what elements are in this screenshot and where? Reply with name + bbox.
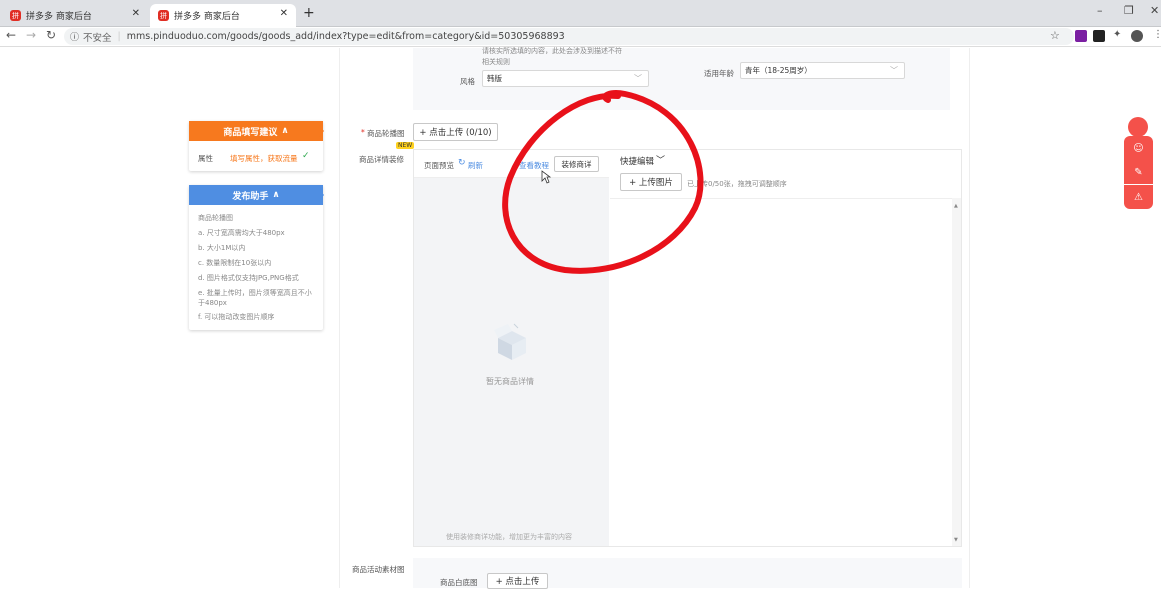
tab-title: 拼多多 商家后台 xyxy=(26,12,92,22)
helper-heading: 商品轮播图 xyxy=(198,214,233,222)
scroll-up-icon[interactable]: ▲ xyxy=(954,203,958,209)
pinduoduo-favicon: 拼 xyxy=(10,10,21,21)
rules-link[interactable]: 相关规则 xyxy=(482,57,510,67)
helper-item: c. 数量限制在10张以内 xyxy=(198,259,272,267)
attribute-row-label: 属性 xyxy=(198,154,213,163)
browser-tab[interactable]: 拼 拼多多 商家后台 ✕ xyxy=(2,4,148,27)
detail-label: 商品详情装修 xyxy=(359,155,404,164)
helper-item: e. 批量上传时，图片须等宽高且不小于480px xyxy=(198,289,312,307)
white-bg-label: 商品白底图 xyxy=(440,578,478,587)
attribute-row-link[interactable]: 填写属性，获取流量 xyxy=(230,153,298,164)
suggestion-card: 商品填写建议 ∧ 属性 填写属性，获取流量 ✓ xyxy=(189,121,324,171)
profile-avatar-icon[interactable] xyxy=(1131,30,1143,42)
style-select-value: 韩版 xyxy=(487,74,502,83)
collapse-icon[interactable]: ∧ xyxy=(281,126,288,136)
bookmark-star-icon[interactable]: ☆ xyxy=(1050,29,1060,42)
extensions-puzzle-icon[interactable]: ✦ xyxy=(1113,29,1121,40)
refresh-link[interactable]: 刷新 xyxy=(468,160,483,171)
scroll-down-icon[interactable]: ▼ xyxy=(954,537,958,543)
decorate-footer-hint: 使用装修商详功能，增加更为丰富的内容 xyxy=(446,533,572,541)
publish-helper-header[interactable]: 发布助手 ∧ xyxy=(189,185,323,205)
back-icon[interactable]: ← xyxy=(6,28,16,42)
column-divider xyxy=(339,48,340,588)
browser-tab-active[interactable]: 拼 拼多多 商家后台 ✕ xyxy=(150,4,296,27)
style-select[interactable]: 韩版 ﹀ xyxy=(482,70,649,87)
age-label: 适用年龄 xyxy=(704,69,734,78)
arrow-pointer xyxy=(319,125,324,137)
empty-detail-text: 暂无商品详情 xyxy=(486,377,534,386)
helper-item: d. 图片格式仅支持JPG,PNG格式 xyxy=(198,274,299,282)
warning-button[interactable]: ⚠ xyxy=(1124,185,1153,209)
helper-item: b. 大小1M以内 xyxy=(198,244,246,252)
chevron-down-icon: ﹀ xyxy=(634,74,642,83)
helper-item: a. 尺寸宽高需均大于480px xyxy=(198,229,285,237)
new-badge: NEW xyxy=(396,142,415,149)
arrow-pointer xyxy=(319,189,324,201)
close-tab-icon[interactable]: ✕ xyxy=(132,8,140,19)
white-bg-upload-button[interactable]: + 点击上传 xyxy=(487,573,548,589)
warning-icon: ⚠ xyxy=(1134,191,1143,203)
url-text: mms.pinduoduo.com/goods/goods_add/index?… xyxy=(126,31,565,42)
forward-icon[interactable]: → xyxy=(26,28,36,42)
attribute-note: 请核实所选填的内容，此处会涉及到描述不符 xyxy=(482,47,622,55)
helper-item: f. 可以拖动改变图片顺序 xyxy=(198,313,275,321)
check-icon: ✓ xyxy=(302,151,310,161)
minimize-button[interactable]: – xyxy=(1097,4,1103,17)
column-divider xyxy=(969,48,970,588)
reload-icon[interactable]: ↻ xyxy=(46,28,56,42)
pinduoduo-favicon: 拼 xyxy=(158,10,169,21)
chat-button[interactable]: ☺ xyxy=(1124,136,1153,160)
menu-dots-icon[interactable]: ⋮ xyxy=(1153,29,1161,40)
tab-title: 拼多多 商家后台 xyxy=(174,12,240,22)
browser-tab-bar: 拼 拼多多 商家后台 ✕ 拼 拼多多 商家后台 ✕ + – ❐ ✕ xyxy=(0,0,1161,27)
collapse-icon[interactable]: ∧ xyxy=(272,190,279,200)
red-annotation-circle xyxy=(502,90,704,274)
new-tab-button[interactable]: + xyxy=(303,5,315,21)
chevron-down-icon: ﹀ xyxy=(890,66,898,75)
page-content: 请核实所选填的内容，此处会涉及到描述不符 相关规则 风格 韩版 ﹀ 适用年龄 青… xyxy=(0,47,1161,589)
style-label: 风格 xyxy=(460,77,475,86)
suggestion-card-header[interactable]: 商品填写建议 ∧ xyxy=(189,121,323,141)
suggestion-card-title: 商品填写建议 xyxy=(223,127,278,138)
carousel-upload-button[interactable]: + 点击上传 (0/10) xyxy=(413,123,498,141)
close-tab-icon[interactable]: ✕ xyxy=(280,8,288,19)
refresh-icon[interactable]: ↻ xyxy=(458,158,466,168)
carousel-label: 商品轮播图 xyxy=(367,129,405,138)
robot-assistant-icon[interactable] xyxy=(1128,117,1148,137)
required-mark: * xyxy=(361,128,365,137)
restore-button[interactable]: ❐ xyxy=(1124,4,1134,17)
info-icon[interactable]: ⓘ xyxy=(70,30,79,43)
close-window-button[interactable]: ✕ xyxy=(1150,4,1159,17)
address-bar-row: ← → ↻ ⓘ 不安全 | mms.pinduoduo.com/goods/go… xyxy=(0,27,1161,47)
url-field[interactable]: ⓘ 不安全 | mms.pinduoduo.com/goods/goods_ad… xyxy=(64,28,1074,45)
empty-box-icon xyxy=(494,323,526,360)
scrollbar[interactable] xyxy=(952,198,961,546)
preview-label: 页面预览 xyxy=(424,161,454,170)
publish-helper-card: 发布助手 ∧ 商品轮播图 a. 尺寸宽高需均大于480px b. 大小1M以内 … xyxy=(189,185,324,330)
activity-label: 商品活动素材图 xyxy=(352,565,405,574)
extension-icon[interactable] xyxy=(1075,30,1087,42)
edit-icon: ✎ xyxy=(1134,166,1143,178)
publish-helper-title: 发布助手 xyxy=(232,191,269,202)
security-label: 不安全 xyxy=(83,32,112,44)
pdf-extension-icon[interactable] xyxy=(1093,30,1105,42)
age-select-value: 青年（18-25周岁） xyxy=(745,66,812,75)
edit-button[interactable]: ✎ xyxy=(1124,160,1153,184)
age-select[interactable]: 青年（18-25周岁） ﹀ xyxy=(740,62,905,79)
chat-icon: ☺ xyxy=(1133,142,1144,154)
